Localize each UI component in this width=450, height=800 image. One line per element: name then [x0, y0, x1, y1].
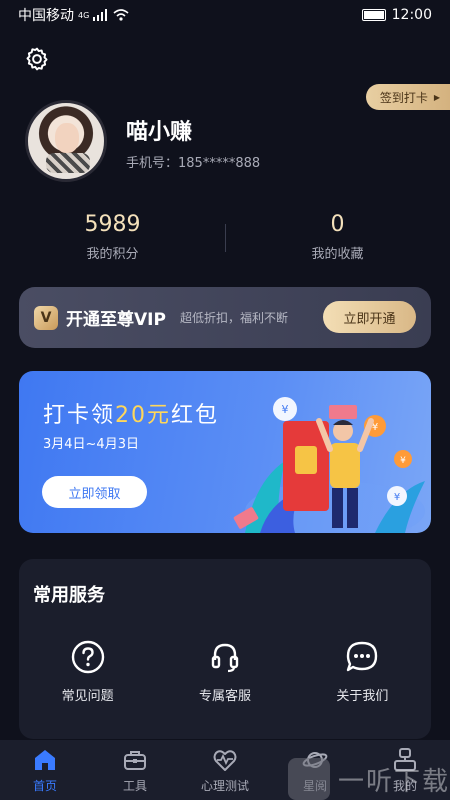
chat-bubble-icon: [344, 639, 380, 675]
checkin-button[interactable]: 签到打卡 ▶: [365, 84, 450, 110]
services-title: 常用服务: [33, 585, 105, 606]
carrier-label: 中国移动: [18, 8, 74, 24]
tab-tools[interactable]: 工具: [90, 740, 180, 800]
tab-psych-test-label: 心理测试: [200, 778, 249, 793]
stat-divider: [225, 224, 226, 252]
stat-favorites-label: 我的收藏: [311, 247, 364, 262]
checkin-banner[interactable]: 打卡领20元红包 3月4日~4月3日 立即领取 ¥ ¥ ¥ ¥: [19, 371, 431, 533]
vip-open-button[interactable]: 立即开通: [323, 301, 416, 333]
tab-tools-label: 工具: [122, 778, 147, 793]
banner-date: 3月4日~4月3日: [43, 437, 139, 452]
service-faq[interactable]: 常见问题: [19, 639, 156, 704]
watermark-logo-icon: [288, 758, 330, 800]
settings-gear-icon[interactable]: [24, 46, 50, 72]
headset-icon: [207, 639, 243, 675]
wifi-icon: [113, 9, 129, 21]
watermark: 一听下载: [288, 758, 450, 800]
status-left: 中国移动 4G: [18, 5, 129, 25]
service-about-label: 关于我们: [336, 689, 389, 704]
question-circle-icon: [70, 639, 106, 675]
checkin-label: 签到打卡: [379, 90, 428, 105]
toolbox-icon: [122, 747, 148, 773]
services-card: 常用服务 常见问题 专属客服 关于我们: [19, 559, 431, 739]
services-row: 常见问题 专属客服 关于我们: [19, 639, 431, 704]
svg-text:¥: ¥: [394, 492, 400, 503]
stat-points[interactable]: 5989 我的积分: [0, 212, 225, 272]
stat-points-value: 5989: [84, 212, 141, 237]
service-faq-label: 常见问题: [61, 689, 114, 704]
banner-title-amount: 20元: [115, 403, 172, 428]
banner-claim-button[interactable]: 立即领取: [42, 476, 147, 508]
stat-favorites-value: 0: [330, 212, 345, 237]
service-support[interactable]: 专属客服: [156, 639, 293, 704]
watermark-text: 一听下载: [338, 766, 450, 797]
service-support-label: 专属客服: [198, 689, 251, 704]
vip-subtitle: 超低折扣，福利不断: [179, 311, 288, 325]
home-icon: [32, 747, 58, 773]
username: 喵小赚: [126, 120, 193, 145]
banner-illustration: ¥ ¥ ¥ ¥: [233, 397, 425, 533]
banner-title: 打卡领20元红包: [43, 397, 219, 429]
avatar[interactable]: [25, 100, 107, 182]
tab-psych-test[interactable]: 心理测试: [180, 740, 270, 800]
signal-icon: [93, 9, 108, 21]
phone-number: 手机号：185*****888: [126, 156, 261, 171]
stats-row: 5989 我的积分 0 我的收藏: [0, 212, 450, 272]
play-arrow-icon: ▶: [433, 92, 440, 102]
vip-logo-icon: V: [34, 305, 58, 330]
battery-icon: [361, 9, 386, 21]
tab-home[interactable]: 首页: [0, 740, 90, 800]
status-right: 12:00: [361, 7, 432, 23]
stat-points-label: 我的积分: [86, 247, 139, 262]
vip-title: 开通至尊VIP: [66, 310, 166, 330]
status-bar: 中国移动 4G 12:00: [0, 0, 450, 30]
clock-label: 12:00: [391, 7, 432, 23]
heart-pulse-icon: [212, 747, 238, 773]
banner-title-suffix: 红包: [171, 403, 220, 428]
vip-card[interactable]: V 开通至尊VIP 超低折扣，福利不断 立即开通: [19, 287, 431, 348]
stat-favorites[interactable]: 0 我的收藏: [225, 212, 450, 272]
network-label: 4G: [78, 10, 90, 20]
svg-text:¥: ¥: [282, 403, 289, 416]
service-about[interactable]: 关于我们: [294, 639, 431, 704]
avatar-face: [55, 123, 79, 153]
avatar-scarf: [46, 153, 90, 173]
svg-text:¥: ¥: [400, 456, 406, 466]
banner-title-prefix: 打卡领: [43, 403, 116, 428]
tab-home-label: 首页: [32, 778, 57, 793]
